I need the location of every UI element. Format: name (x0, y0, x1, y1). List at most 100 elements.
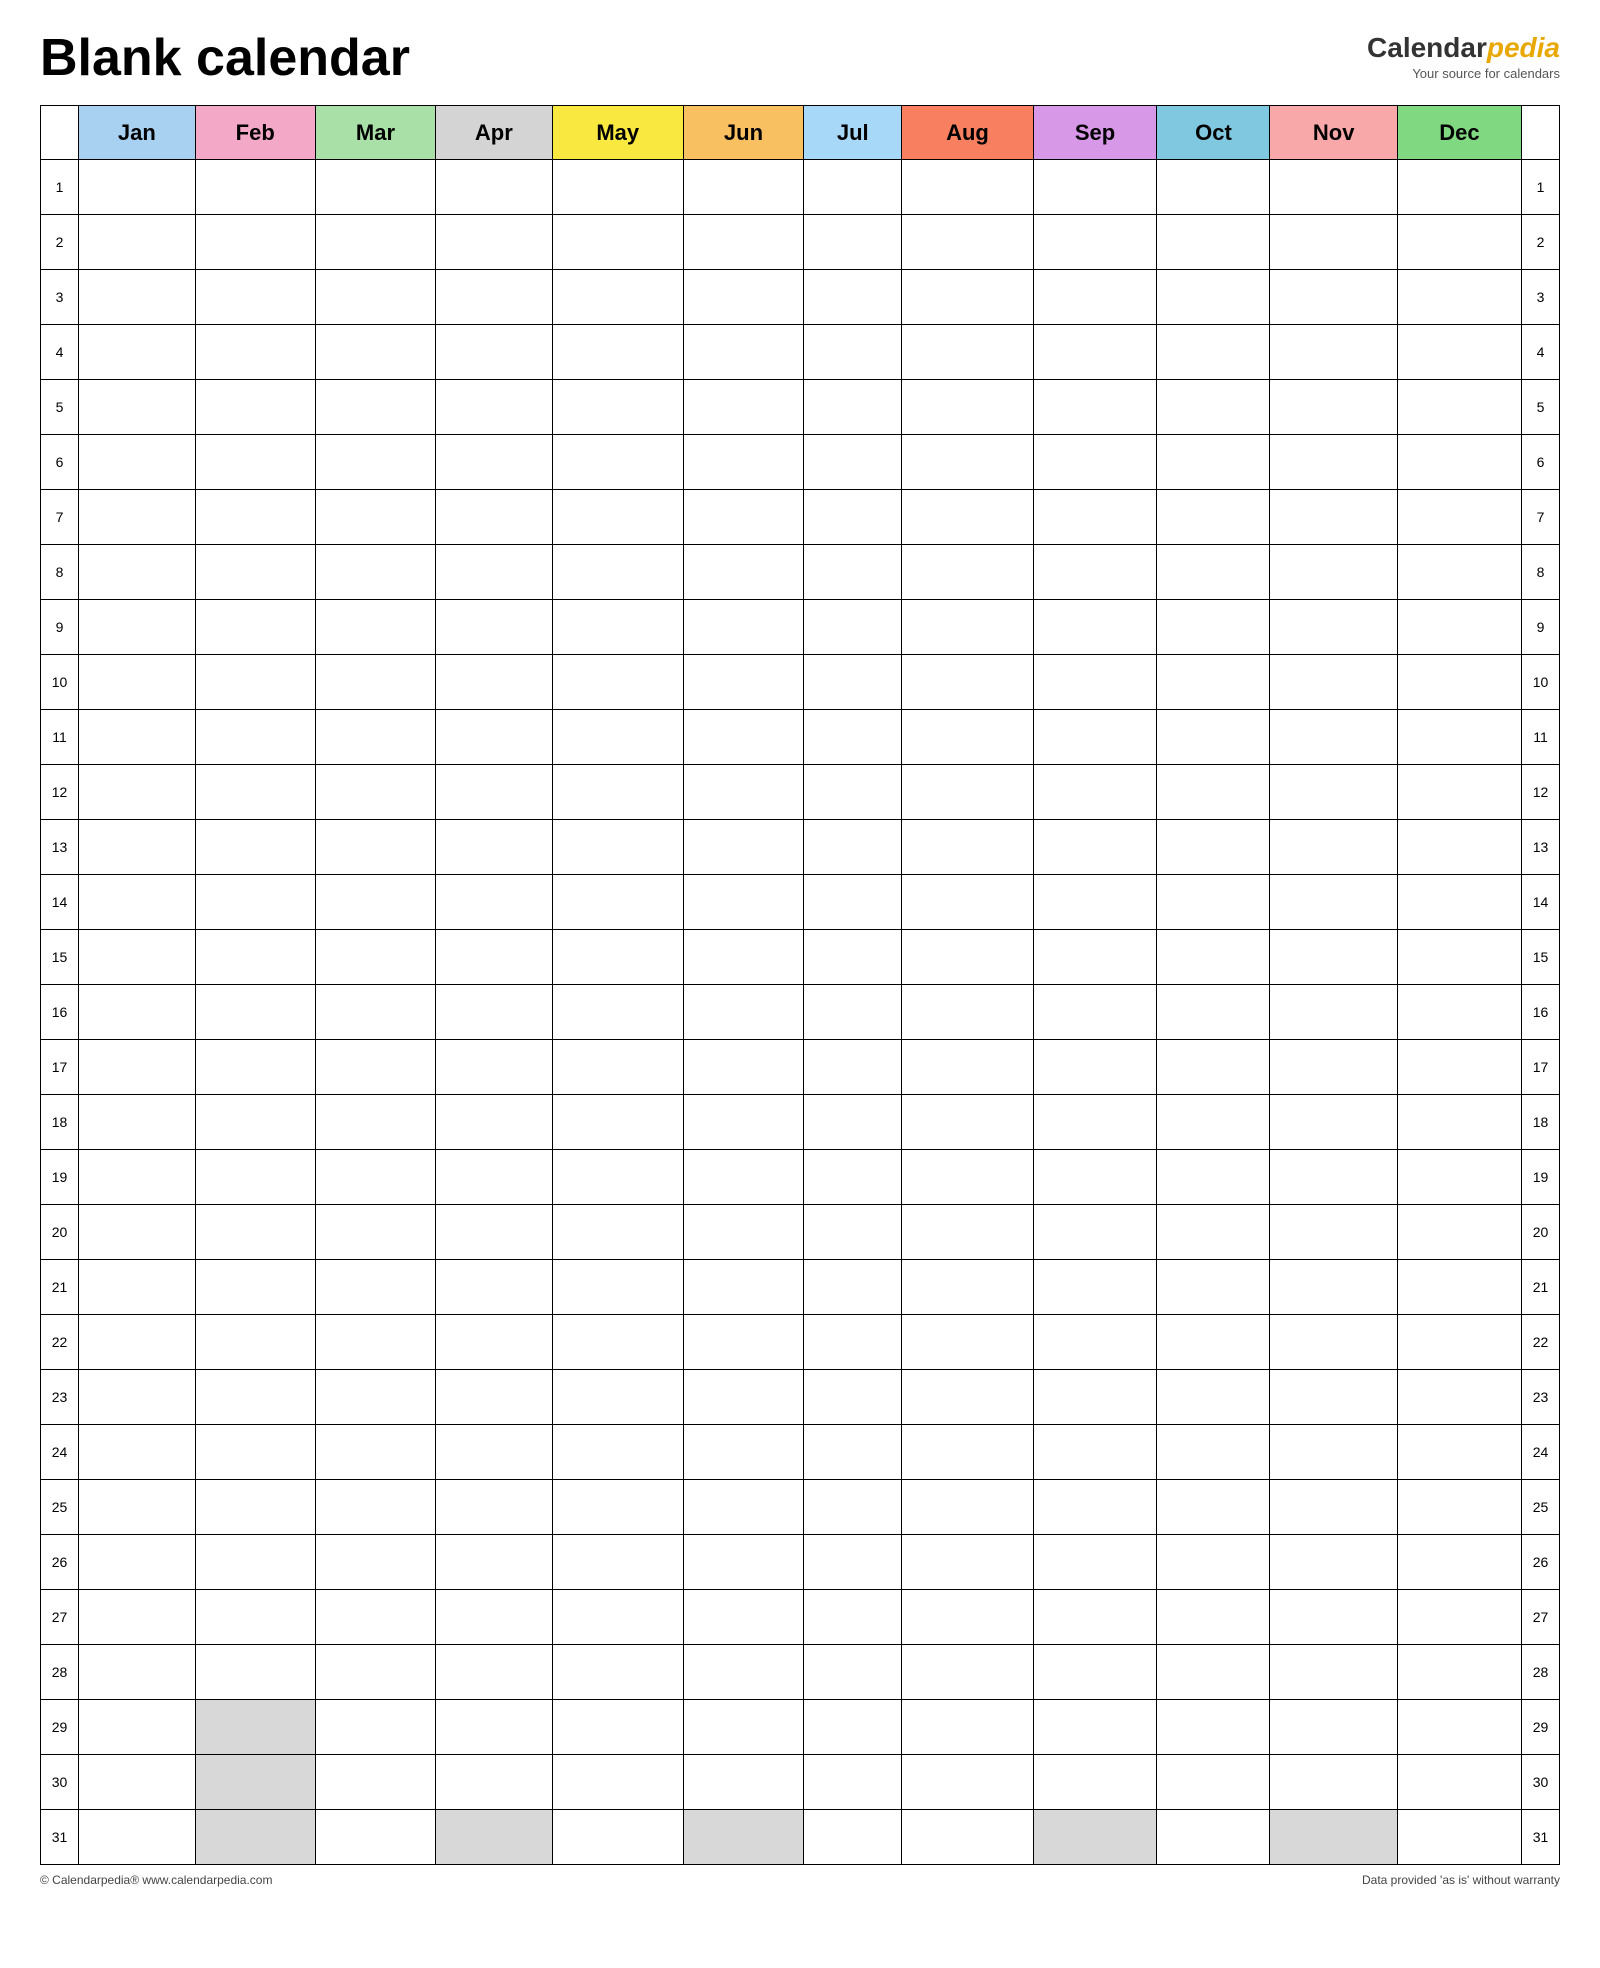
cell-day18-month8 (902, 1095, 1033, 1150)
cell-day3-month1 (79, 270, 196, 325)
cell-day17-month3 (315, 1040, 435, 1095)
cell-day19-month7 (804, 1150, 902, 1205)
cell-day27-month3 (315, 1590, 435, 1645)
cell-day12-month10 (1157, 765, 1270, 820)
calendar-row-20: 2020 (41, 1205, 1560, 1260)
cell-day9-month3 (315, 600, 435, 655)
row-num-right-1: 1 (1522, 160, 1560, 215)
cell-day31-month10 (1157, 1810, 1270, 1865)
cell-day11-month5 (552, 710, 683, 765)
cell-day24-month2 (195, 1425, 315, 1480)
cell-day3-month5 (552, 270, 683, 325)
cell-day2-month12 (1397, 215, 1521, 270)
cell-day15-month2 (195, 930, 315, 985)
cell-day19-month1 (79, 1150, 196, 1205)
calendar-row-19: 1919 (41, 1150, 1560, 1205)
row-num-right-3: 3 (1522, 270, 1560, 325)
cell-day6-month7 (804, 435, 902, 490)
cell-day19-month12 (1397, 1150, 1521, 1205)
calendar-row-24: 2424 (41, 1425, 1560, 1480)
cell-day22-month10 (1157, 1315, 1270, 1370)
month-mar-header: Mar (315, 106, 435, 160)
cell-day15-month11 (1270, 930, 1398, 985)
cell-day2-month9 (1033, 215, 1157, 270)
calendar-row-10: 1010 (41, 655, 1560, 710)
row-num-left-21: 21 (41, 1260, 79, 1315)
cell-day18-month9 (1033, 1095, 1157, 1150)
brand-tagline: Your source for calendars (1367, 66, 1560, 83)
cell-day27-month9 (1033, 1590, 1157, 1645)
cell-day4-month10 (1157, 325, 1270, 380)
cell-day16-month4 (436, 985, 553, 1040)
cell-day28-month11 (1270, 1645, 1398, 1700)
cell-day18-month5 (552, 1095, 683, 1150)
cell-day2-month4 (436, 215, 553, 270)
cell-day28-month4 (436, 1645, 553, 1700)
cell-day26-month7 (804, 1535, 902, 1590)
cell-day4-month6 (683, 325, 803, 380)
cell-day3-month3 (315, 270, 435, 325)
calendar-row-18: 1818 (41, 1095, 1560, 1150)
cell-day5-month2 (195, 380, 315, 435)
cell-day1-month12 (1397, 160, 1521, 215)
brand-name-part2: pedia (1487, 32, 1560, 63)
cell-day16-month7 (804, 985, 902, 1040)
cell-day4-month12 (1397, 325, 1521, 380)
calendar-table: Jan Feb Mar Apr May Jun Jul Aug Sep Oct … (40, 105, 1560, 1865)
row-num-right-10: 10 (1522, 655, 1560, 710)
cell-day16-month2 (195, 985, 315, 1040)
row-num-right-28: 28 (1522, 1645, 1560, 1700)
cell-day28-month3 (315, 1645, 435, 1700)
calendar-row-15: 1515 (41, 930, 1560, 985)
cell-day12-month4 (436, 765, 553, 820)
cell-day6-month11 (1270, 435, 1398, 490)
cell-day24-month6 (683, 1425, 803, 1480)
cell-day20-month11 (1270, 1205, 1398, 1260)
cell-day1-month11 (1270, 160, 1398, 215)
cell-day23-month2 (195, 1370, 315, 1425)
cell-day31-month9 (1033, 1810, 1157, 1865)
calendar-row-4: 44 (41, 325, 1560, 380)
cell-day22-month11 (1270, 1315, 1398, 1370)
cell-day27-month2 (195, 1590, 315, 1645)
cell-day6-month9 (1033, 435, 1157, 490)
cell-day21-month6 (683, 1260, 803, 1315)
cell-day11-month1 (79, 710, 196, 765)
cell-day16-month9 (1033, 985, 1157, 1040)
cell-day20-month3 (315, 1205, 435, 1260)
month-may-header: May (552, 106, 683, 160)
cell-day16-month8 (902, 985, 1033, 1040)
cell-day3-month9 (1033, 270, 1157, 325)
cell-day21-month8 (902, 1260, 1033, 1315)
cell-day1-month1 (79, 160, 196, 215)
cell-day14-month7 (804, 875, 902, 930)
cell-day30-month4 (436, 1755, 553, 1810)
cell-day6-month8 (902, 435, 1033, 490)
cell-day29-month1 (79, 1700, 196, 1755)
row-num-right-25: 25 (1522, 1480, 1560, 1535)
cell-day4-month8 (902, 325, 1033, 380)
cell-day15-month4 (436, 930, 553, 985)
calendar-row-21: 2121 (41, 1260, 1560, 1315)
cell-day2-month2 (195, 215, 315, 270)
cell-day31-month4 (436, 1810, 553, 1865)
month-oct-header: Oct (1157, 106, 1270, 160)
cell-day13-month4 (436, 820, 553, 875)
cell-day22-month3 (315, 1315, 435, 1370)
row-num-right-26: 26 (1522, 1535, 1560, 1590)
cell-day31-month12 (1397, 1810, 1521, 1865)
cell-day6-month2 (195, 435, 315, 490)
cell-day4-month2 (195, 325, 315, 380)
cell-day23-month6 (683, 1370, 803, 1425)
cell-day14-month5 (552, 875, 683, 930)
cell-day31-month7 (804, 1810, 902, 1865)
cell-day21-month12 (1397, 1260, 1521, 1315)
row-num-right-5: 5 (1522, 380, 1560, 435)
cell-day30-month5 (552, 1755, 683, 1810)
cell-day11-month10 (1157, 710, 1270, 765)
cell-day25-month11 (1270, 1480, 1398, 1535)
cell-day22-month6 (683, 1315, 803, 1370)
calendar-row-23: 2323 (41, 1370, 1560, 1425)
month-header-row: Jan Feb Mar Apr May Jun Jul Aug Sep Oct … (41, 106, 1560, 160)
row-num-left-25: 25 (41, 1480, 79, 1535)
